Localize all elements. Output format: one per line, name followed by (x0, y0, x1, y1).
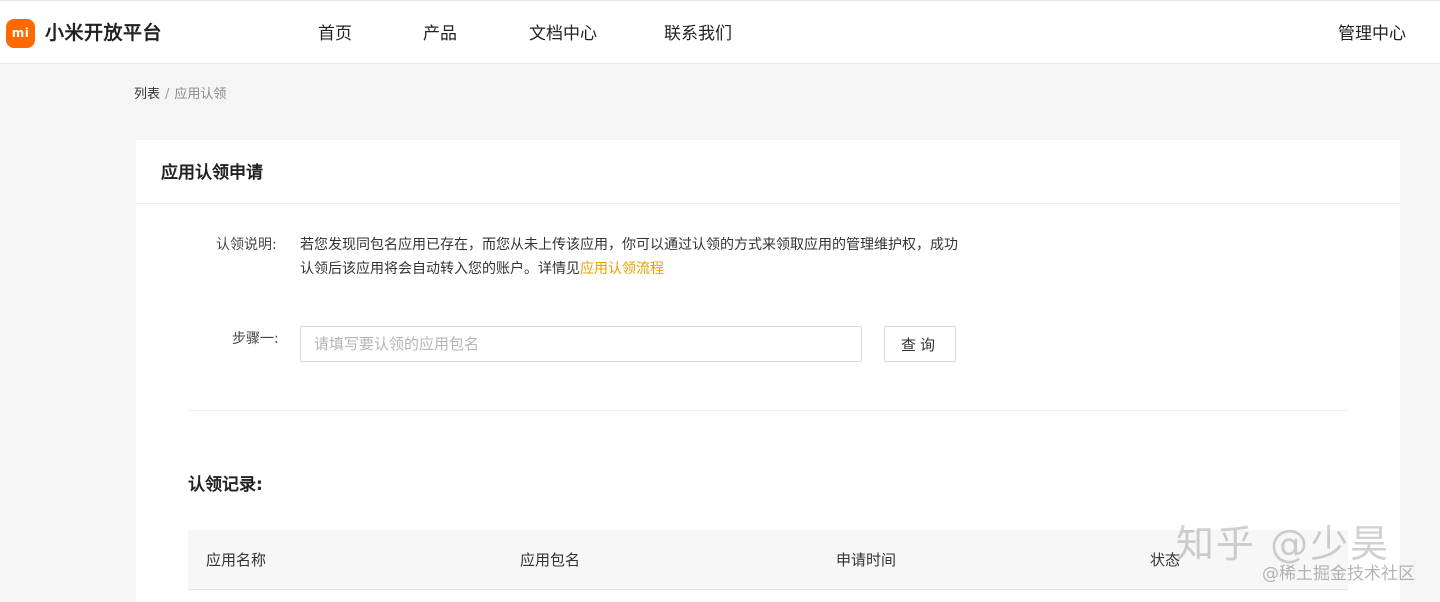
card-title: 应用认领申请 (161, 163, 263, 183)
records-table-header: 应用名称 应用包名 申请时间 状态 (188, 530, 1348, 590)
card-divider (136, 203, 1400, 204)
claim-application-card: 应用认领申请 认领说明: 若您发现同包名应用已存在，而您从未上传该应用，你可以通… (136, 140, 1400, 602)
nav-contact[interactable]: 联系我们 (664, 21, 732, 47)
brand-title[interactable]: 小米开放平台 (45, 20, 162, 46)
breadcrumb: 列表 / 应用认领 (134, 86, 226, 104)
mi-logo-icon[interactable]: mi (6, 19, 35, 48)
description-label: 认领说明: (216, 237, 277, 253)
package-name-input[interactable] (300, 326, 862, 362)
column-app-name: 应用名称 (206, 551, 267, 569)
nav-docs[interactable]: 文档中心 (529, 21, 597, 47)
top-navigation-bar: mi 小米开放平台 首页 产品 文档中心 联系我们 管理中心 (0, 0, 1440, 64)
section-divider (188, 410, 1348, 411)
query-button[interactable]: 查询 (884, 326, 956, 362)
column-status: 状态 (1150, 551, 1181, 569)
breadcrumb-list-link[interactable]: 列表 (134, 87, 160, 102)
records-title: 认领记录: (188, 475, 263, 495)
breadcrumb-separator: / (165, 87, 170, 102)
description-text: 若您发现同包名应用已存在，而您从未上传该应用，你可以通过认领的方式来领取应用的管… (300, 233, 960, 281)
column-package-name: 应用包名 (520, 551, 581, 569)
claim-process-link[interactable]: 应用认领流程 (580, 261, 664, 277)
breadcrumb-current: 应用认领 (174, 87, 227, 102)
nav-products[interactable]: 产品 (423, 21, 457, 47)
nav-home[interactable]: 首页 (318, 21, 352, 47)
nav-admin-center[interactable]: 管理中心 (1338, 21, 1406, 47)
step-one-label: 步骤一: (232, 331, 279, 347)
column-apply-time: 申请时间 (836, 551, 897, 569)
